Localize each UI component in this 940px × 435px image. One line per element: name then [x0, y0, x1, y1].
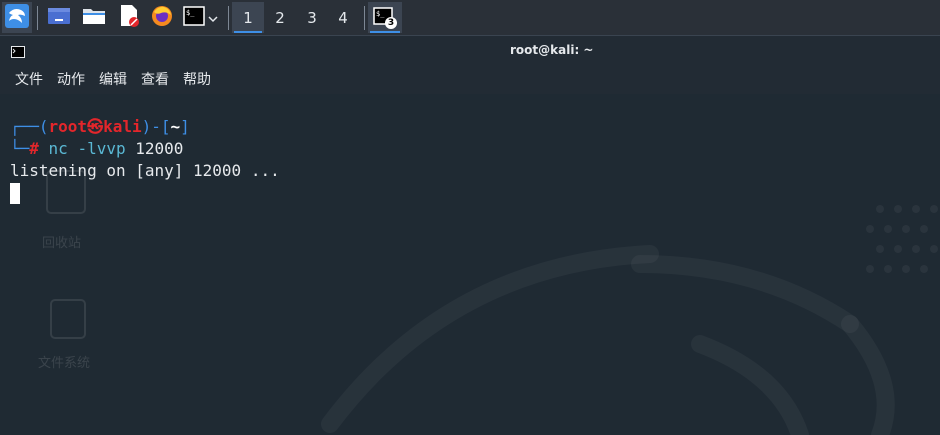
taskbar-separator: [364, 6, 365, 30]
taskbar: $_ 1 2 3 4 $_ 3: [0, 0, 940, 36]
terminal-icon: $_: [182, 5, 205, 30]
workspace-1[interactable]: 1: [232, 2, 264, 33]
active-indicator: [234, 31, 262, 33]
menubar: 文件 动作 编辑 查看 帮助: [0, 64, 940, 94]
workspace-label: 3: [307, 8, 317, 27]
file-manager-icon: [82, 5, 106, 31]
prompt-cwd: ~: [170, 117, 181, 136]
svg-text:$_: $_: [186, 9, 195, 17]
menu-help[interactable]: 帮助: [183, 69, 211, 89]
workspace-label: 2: [275, 8, 285, 27]
firefox-button[interactable]: [147, 2, 177, 33]
terminal-launcher-button[interactable]: $_: [179, 2, 221, 33]
prompt-frame-mid: )-[: [141, 117, 171, 136]
workspace-label: 4: [338, 8, 348, 27]
window-title: root@kali: ~: [510, 43, 594, 57]
show-desktop-button[interactable]: [44, 2, 74, 33]
drive-icon: [50, 299, 86, 339]
text-editor-button[interactable]: [114, 2, 144, 33]
desktop-trash-label: 回收站: [42, 236, 82, 251]
menu-action[interactable]: 动作: [57, 69, 85, 89]
workspace-2[interactable]: 2: [264, 2, 296, 33]
terminal-window-button[interactable]: $_ 3: [368, 2, 402, 33]
window-count-badge: 3: [385, 16, 397, 29]
prompt-user: root: [48, 117, 88, 136]
terminal-window: root@kali: ~ 文件 动作 编辑 查看 帮助 回收站 文件系统 ┌──…: [0, 36, 940, 435]
desktop-filesystem-label: 文件系统: [38, 356, 91, 371]
prompt-frame-close: ]: [180, 117, 190, 136]
text-cursor: [10, 183, 20, 204]
command-port: 12000: [135, 139, 184, 158]
workspace-label: 1: [243, 8, 253, 27]
prompt-line: ┌──(root㉿kali)-[~]: [10, 116, 190, 138]
taskbar-separator: [228, 6, 229, 30]
menu-file[interactable]: 文件: [15, 69, 43, 89]
menu-view[interactable]: 查看: [141, 69, 169, 89]
active-indicator: [370, 31, 400, 33]
svg-text:$_: $_: [376, 10, 385, 18]
prompt-host: kali: [103, 117, 142, 136]
command-output: listening on [any] 12000 ...: [10, 161, 280, 180]
kali-menu-button[interactable]: [2, 2, 32, 33]
prompt-frame-open: ┌──(: [10, 117, 49, 136]
window-titlebar[interactable]: root@kali: ~: [0, 36, 940, 64]
menu-edit[interactable]: 编辑: [99, 69, 127, 89]
command-name: nc: [48, 139, 68, 158]
prompt-corner: └─: [10, 139, 30, 158]
command-args: -lvvp: [77, 139, 126, 158]
prompt-at-symbol: ㉿: [87, 117, 104, 136]
terminal-window-icon: $_ 3: [373, 6, 397, 29]
workspace-3[interactable]: 3: [296, 2, 328, 33]
file-manager-button[interactable]: [79, 2, 109, 33]
command-line: └─# nc -lvvp 12000: [10, 138, 183, 160]
prompt-hash: #: [29, 139, 39, 158]
terminal-output-area[interactable]: 回收站 文件系统 ┌──(root㉿kali)-[~] └─# nc -lvvp…: [0, 94, 940, 435]
kali-dragon-icon: [4, 3, 30, 33]
text-editor-icon: [118, 4, 140, 32]
firefox-icon: [150, 4, 174, 32]
show-desktop-icon: [47, 5, 71, 31]
workspace-4[interactable]: 4: [327, 2, 359, 33]
taskbar-separator: [37, 6, 38, 30]
chevron-down-icon[interactable]: [207, 8, 218, 27]
